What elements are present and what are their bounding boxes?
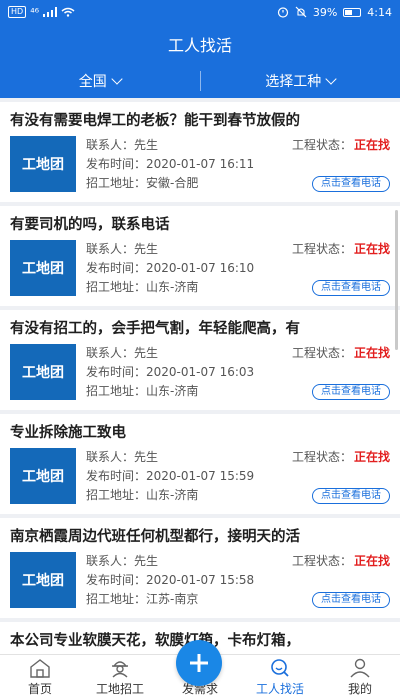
status-badge: 正在找 (353, 346, 390, 360)
contact-label: 联系人： (86, 450, 135, 464)
contact-label: 联系人： (86, 554, 135, 568)
page-header: 工人找活 (0, 24, 400, 64)
status-label: 工程状态： (291, 242, 352, 256)
job-type-filter[interactable]: 选择工种 (201, 64, 400, 98)
view-phone-button[interactable]: 点击查看电话 (312, 383, 390, 400)
address-label: 招工地址： (86, 488, 147, 502)
view-phone-button[interactable]: 点击查看电话 (312, 591, 390, 608)
publish-time-label: 发布时间： (86, 365, 147, 379)
address-label: 招工地址： (86, 384, 147, 398)
contact-name: 先生 (134, 138, 159, 152)
status-label: 工程状态： (291, 346, 352, 360)
contact-name: 先生 (134, 242, 159, 256)
search-chat-icon (271, 659, 289, 677)
mute-icon (295, 6, 307, 18)
status-badge: 正在找 (353, 554, 390, 568)
view-phone-button[interactable]: 点击查看电话 (312, 175, 390, 192)
contact-name: 先生 (134, 554, 159, 568)
publish-time: 2020-01-07 16:10 (146, 261, 255, 275)
publish-time-label: 发布时间： (86, 469, 147, 483)
status-label: 工程状态： (291, 450, 352, 464)
post-demand-button[interactable] (176, 640, 222, 686)
post-title: 有要司机的吗，联系电话 (10, 217, 170, 233)
post-list[interactable]: 有没有需要电焊工的老板？能干到春节放假的 工地团 联系人： 先生 工程状态： 正在找 … (0, 98, 400, 654)
contact-label: 联系人： (86, 138, 135, 152)
address: 山东-济南 (146, 384, 199, 398)
chevron-down-icon (325, 73, 337, 85)
publish-time-label: 发布时间： (86, 157, 147, 171)
publish-time-label: 发布时间： (86, 261, 147, 275)
status-badge: 正在找 (353, 242, 390, 256)
region-filter-label: 全国 (78, 74, 107, 90)
company-logo: 工地团 (10, 136, 76, 192)
address-label: 招工地址： (86, 176, 147, 190)
address: 山东-济南 (146, 280, 199, 294)
filter-bar: 全国 选择工种 (0, 64, 400, 98)
scrollbar[interactable] (395, 210, 398, 350)
post-card[interactable]: 有没有招工的，会手把气割，年轻能爬高，有 工地团 联系人： 先生 工程状态： 正在找 … (0, 310, 400, 410)
post-card[interactable]: 有没有需要电焊工的老板？能干到春节放假的 工地团 联系人： 先生 工程状态： 正在找 … (0, 102, 400, 202)
battery-percent: 39% (312, 5, 338, 19)
person-icon (350, 658, 370, 678)
signal-indicator: ⁴⁶ (30, 5, 40, 19)
address: 安徽-合肥 (146, 176, 199, 190)
network-badge: HD (8, 6, 27, 18)
tab-mine[interactable]: 我的 (320, 655, 400, 700)
address: 山东-济南 (146, 488, 199, 502)
tab-label: 工地招工 (95, 682, 144, 696)
view-phone-button[interactable]: 点击查看电话 (312, 487, 390, 504)
publish-time: 2020-01-07 16:11 (146, 157, 255, 171)
status-label: 工程状态： (291, 554, 352, 568)
job-type-filter-label: 选择工种 (265, 74, 322, 90)
page-title: 工人找活 (167, 36, 232, 55)
status-badge: 正在找 (353, 450, 390, 464)
address: 江苏-南京 (146, 592, 199, 606)
tab-worker-find-job[interactable]: 工人找活 (240, 655, 320, 700)
contact-label: 联系人： (86, 242, 135, 256)
address-label: 招工地址： (86, 592, 147, 606)
post-card[interactable]: 南京栖霞周边代班任何机型都行，接明天的活 工地团 联系人： 先生 工程状态： 正在找 … (0, 518, 400, 618)
status-label: 工程状态： (291, 138, 352, 152)
publish-time: 2020-01-07 15:59 (146, 469, 255, 483)
company-logo: 工地团 (10, 448, 76, 504)
region-filter[interactable]: 全国 (0, 64, 200, 98)
status-bar: HD ⁴⁶ 39% 4:14 (0, 0, 400, 24)
post-title: 有没有需要电焊工的老板？能干到春节放假的 (10, 113, 300, 129)
wifi-icon (61, 7, 75, 17)
company-logo: 工地团 (10, 344, 76, 400)
view-phone-button[interactable]: 点击查看电话 (312, 279, 390, 296)
worker-icon (112, 661, 128, 678)
plus-icon (190, 654, 208, 672)
home-icon (30, 659, 50, 678)
contact-label: 联系人： (86, 346, 135, 360)
company-logo: 工地团 (10, 240, 76, 296)
tab-label: 我的 (347, 682, 372, 696)
post-card[interactable]: 有要司机的吗，联系电话 工地团 联系人： 先生 工程状态： 正在找 发布时间： 2020… (0, 206, 400, 306)
tab-label: 首页 (27, 682, 52, 696)
address-label: 招工地址： (86, 280, 147, 294)
post-card[interactable]: 专业拆除施工致电 工地团 联系人： 先生 工程状态： 正在找 发布时间： 2020-01… (0, 414, 400, 514)
tab-home[interactable]: 首页 (0, 655, 80, 700)
post-title: 专业拆除施工致电 (10, 425, 126, 441)
battery-icon (343, 7, 362, 17)
chevron-down-icon (111, 73, 123, 85)
publish-time: 2020-01-07 16:03 (146, 365, 255, 379)
clock: 4:14 (367, 5, 392, 19)
contact-name: 先生 (134, 346, 159, 360)
publish-time-label: 发布时间： (86, 573, 147, 587)
company-logo: 工地团 (10, 552, 76, 608)
tab-label: 工人找活 (255, 682, 304, 696)
alarm-icon (277, 7, 288, 18)
status-badge: 正在找 (353, 138, 390, 152)
contact-name: 先生 (134, 450, 159, 464)
post-title: 南京栖霞周边代班任何机型都行，接明天的活 (10, 529, 300, 545)
tab-site-recruit[interactable]: 工地招工 (80, 655, 160, 700)
post-title: 有没有招工的，会手把气割，年轻能爬高，有 (10, 321, 300, 337)
publish-time: 2020-01-07 15:58 (146, 573, 255, 587)
signal-bars-icon (43, 7, 58, 17)
